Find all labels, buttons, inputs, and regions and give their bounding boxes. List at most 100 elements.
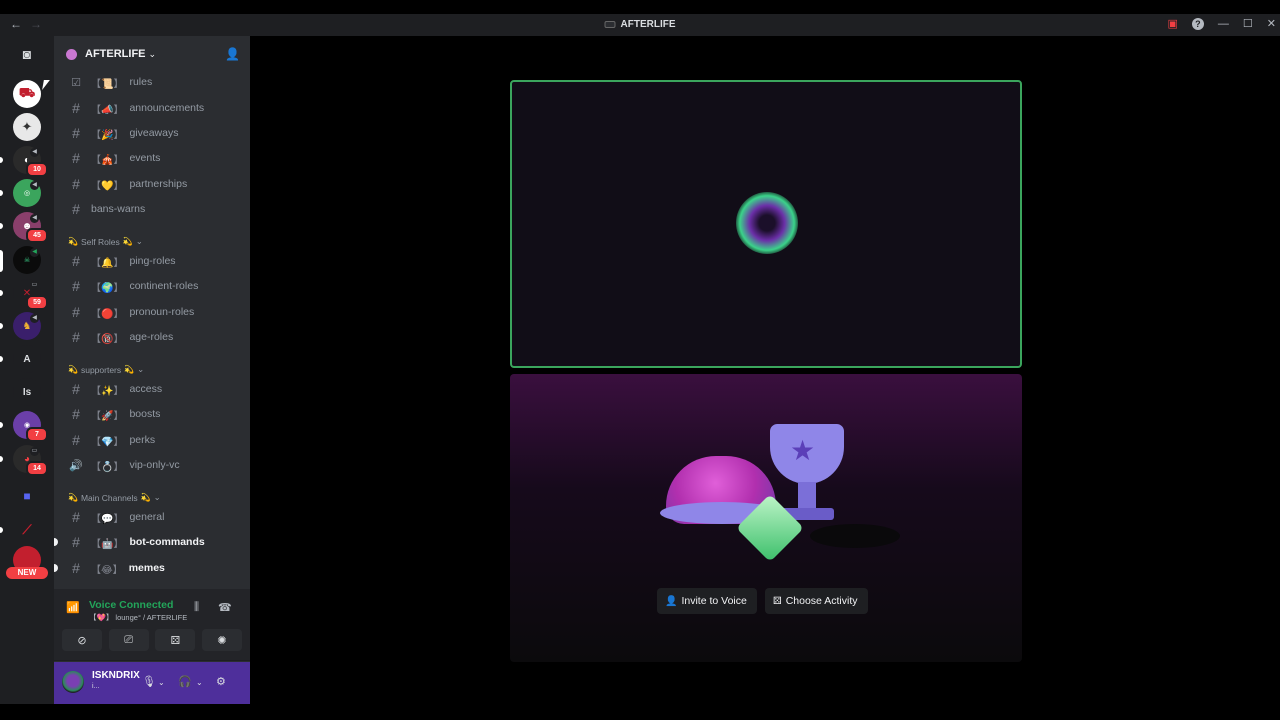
channel-vip-only-vc[interactable]: 🔊 【💍】 vip-only-vc	[62, 454, 244, 476]
noise-suppression-icon[interactable]: ⫼	[194, 601, 199, 614]
voice-speaker-icon: ◀	[30, 248, 39, 257]
category-main-channels[interactable]: 💫 Main Channels 💫 ⌄	[68, 492, 161, 503]
server-header[interactable]: AFTERLIFE ⌄ 👤	[54, 36, 250, 72]
channel-memes[interactable]: # 【😂】 memes	[54, 557, 244, 579]
channel-announcements[interactable]: # 【📣】 announcements	[62, 97, 244, 119]
inbox-icon[interactable]: ▣	[1168, 17, 1178, 30]
channel-name: bot-commands	[129, 536, 205, 548]
server-rail: ◙ ⛟ ✦ ◐ ◀ 10 ◎ ◀ ☻ ◀ 45 ☠ ◀ ✕ ▭ 59 ♞ ◀ A…	[0, 36, 54, 704]
screen-share-icon[interactable]: ⎚	[108, 629, 149, 651]
channel-ping-roles[interactable]: # 【🔔】 ping-roles	[62, 250, 244, 272]
channel-boosts[interactable]: # 【🚀】 boosts	[62, 403, 244, 425]
back-arrow-icon[interactable]: ←	[10, 17, 22, 31]
mention-badge: 45	[26, 228, 48, 243]
choose-activity-button[interactable]: ⚄ Choose Activity	[765, 588, 868, 614]
channel-pronoun-roles[interactable]: # 【🔴】 pronoun-roles	[62, 301, 244, 323]
channel-bot-commands[interactable]: # 【🤖】 bot-commands	[54, 531, 244, 553]
minimize-icon[interactable]: —	[1218, 18, 1229, 30]
settings-gear-icon[interactable]: ⚙	[216, 675, 226, 688]
unread-indicator	[54, 538, 58, 546]
sparkle-icon: 💫	[140, 493, 151, 502]
chevron-down-icon[interactable]: ⌄	[158, 678, 165, 687]
channel-emoji: 【📣】	[91, 104, 124, 116]
hash-icon: #	[72, 304, 80, 320]
speaker-icon: 🔊	[69, 459, 83, 472]
close-icon[interactable]: ✕	[1267, 17, 1276, 30]
category-self-roles[interactable]: 💫 Self Roles 💫 ⌄	[68, 236, 143, 247]
hash-icon: #	[72, 560, 80, 576]
window-title-text: AFTERLIFE	[620, 19, 676, 30]
channel-emoji: 【📜】	[91, 78, 124, 90]
server-icon-10[interactable]: ⟋	[13, 516, 41, 544]
hash-icon: #	[72, 534, 80, 550]
server-icon-2[interactable]: ✦	[13, 113, 41, 141]
channel-rules[interactable]: ☑ 【📜】 rules	[62, 71, 244, 93]
server-icon-letter-is[interactable]: Is	[13, 378, 41, 406]
activities-icon: ⚄	[773, 595, 782, 607]
unread-pill	[0, 422, 3, 428]
channel-name: announcements	[129, 102, 205, 114]
category-supporters[interactable]: 💫 supporters 💫 ⌄	[68, 364, 144, 375]
user-status: i...	[92, 683, 100, 690]
button-label: Invite to Voice	[681, 595, 747, 607]
server-name: AFTERLIFE	[85, 48, 146, 60]
connection-signal-icon[interactable]: 📶	[66, 601, 80, 614]
channel-emoji: 【🔴】	[91, 308, 124, 320]
title-bar: ← → AFTERLIFE ▣ ? — ☐ ✕	[0, 14, 1280, 36]
folder-icon[interactable]: ■	[13, 482, 41, 510]
channel-emoji: 【💛】	[91, 180, 124, 192]
channel-emoji: 【✨】	[91, 385, 124, 397]
forward-arrow-icon[interactable]: →	[30, 17, 42, 31]
server-icon-letter-a[interactable]: A	[13, 345, 41, 373]
disconnect-icon[interactable]: ☎	[218, 601, 232, 614]
channel-name: boosts	[129, 408, 161, 420]
voice-location[interactable]: 【💖】 lounge° / AFTERLIFE	[89, 612, 187, 623]
channel-name: memes	[128, 562, 165, 574]
channel-perks[interactable]: # 【💎】 perks	[62, 429, 244, 451]
sparkle-icon: 💫	[124, 365, 135, 374]
channel-access[interactable]: # 【✨】 access	[62, 378, 244, 400]
server-icon-1[interactable]: ⛟	[13, 80, 41, 108]
server-thumbnail-icon	[604, 21, 616, 28]
add-member-icon[interactable]: 👤	[225, 47, 240, 61]
channel-general[interactable]: # 【💬】 general	[62, 506, 244, 528]
unread-pill	[0, 190, 3, 196]
participant-tile[interactable]	[510, 80, 1022, 368]
channel-name: events	[129, 152, 161, 164]
soundboard-icon[interactable]: ✺	[201, 629, 242, 651]
channel-emoji: 【🎉】	[91, 129, 124, 141]
channel-partnerships[interactable]: # 【💛】 partnerships	[62, 173, 244, 195]
channel-emoji: 【🚀】	[91, 410, 124, 422]
avatar[interactable]	[62, 671, 84, 693]
channel-giveaways[interactable]: # 【🎉】 giveaways	[62, 122, 244, 144]
channel-sidebar: AFTERLIFE ⌄ 👤 ☑ 【📜】 rules # 【📣】 announce…	[54, 36, 250, 704]
channel-bans-warns[interactable]: # bans-warns	[62, 198, 244, 220]
mention-badge: 59	[26, 295, 48, 310]
chevron-down-icon[interactable]: ⌄	[196, 678, 203, 687]
window-title: AFTERLIFE	[604, 19, 676, 30]
voice-status[interactable]: Voice Connected	[89, 599, 173, 611]
voice-panel: 📶 Voice Connected 【💖】 lounge° / AFTERLIF…	[54, 589, 250, 661]
headphones-icon[interactable]: 🎧	[178, 675, 192, 688]
channel-events[interactable]: # 【🎪】 events	[62, 147, 244, 169]
unread-pill	[0, 356, 3, 362]
discord-home-icon[interactable]: ◙	[13, 40, 41, 68]
hash-icon: #	[72, 150, 80, 166]
channel-emoji: 【💍】	[91, 461, 124, 473]
channel-name: giveaways	[129, 127, 179, 139]
channel-age-roles[interactable]: # 【🔞】 age-roles	[62, 326, 244, 348]
camera-off-icon[interactable]: ⊘	[62, 629, 102, 651]
maximize-icon[interactable]: ☐	[1243, 17, 1253, 30]
username[interactable]: ISKNDRIX	[92, 670, 140, 681]
mention-badge: 10	[26, 162, 48, 177]
invite-to-voice-button[interactable]: 👤 Invite to Voice	[657, 588, 757, 614]
help-icon[interactable]: ?	[1191, 17, 1204, 30]
activities-icon[interactable]: ⚄	[155, 629, 196, 651]
unread-indicator	[54, 564, 58, 572]
channel-name: rules	[129, 76, 153, 88]
unread-pill	[0, 527, 3, 533]
channel-continent-roles[interactable]: # 【🌍】 continent-roles	[62, 275, 244, 297]
hash-icon: #	[72, 100, 80, 116]
microphone-icon[interactable]: 🎙	[142, 675, 156, 688]
rules-channel-icon: ☑	[71, 76, 81, 89]
